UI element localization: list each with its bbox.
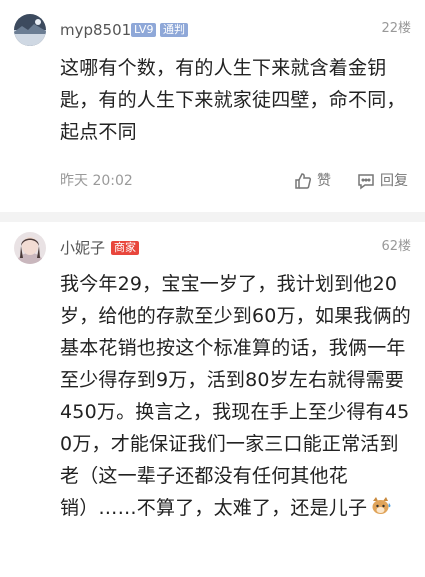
- reply-label: 回复: [380, 173, 408, 189]
- avatar[interactable]: [14, 14, 46, 46]
- cat-sweat-emoji-icon: [370, 495, 392, 527]
- comment-text: 这哪有个数，有的人生下来就含着金钥匙，有的人生下来就家徒四壁，命不同，起点不同: [60, 57, 406, 143]
- floor-number: 22楼: [381, 21, 411, 36]
- level-badge: LV9: [131, 23, 157, 37]
- comment-text-body: 我今年29，宝宝一岁了，我计划到他20岁，给他的存款至少到60万，如果我俩的基本…: [60, 273, 411, 519]
- floor-number: 62楼: [381, 239, 411, 254]
- comment-icon: [356, 171, 376, 191]
- username[interactable]: myp8501: [60, 20, 131, 40]
- comment-22: myp8501 LV9 通判 22楼 这哪有个数，有的人生下来就含着金钥匙，有的…: [0, 0, 425, 212]
- reply-button[interactable]: 回复: [356, 171, 408, 191]
- comment-text: 我今年29，宝宝一岁了，我计划到他20岁，给他的存款至少到60万，如果我俩的基本…: [60, 268, 412, 527]
- comment-62: 小妮子 商家 62楼 我今年29，宝宝一岁了，我计划到他20岁，给他的存款至少到…: [0, 222, 425, 577]
- avatar[interactable]: [14, 232, 46, 264]
- username[interactable]: 小妮子: [60, 238, 105, 258]
- like-label: 赞: [317, 173, 331, 189]
- merchant-badge: 商家: [111, 241, 139, 255]
- timestamp: 昨天 20:02: [60, 173, 133, 189]
- thumbs-up-icon: [293, 171, 313, 191]
- like-button[interactable]: 赞: [293, 171, 331, 191]
- divider: [0, 212, 425, 222]
- role-badge: 通判: [160, 23, 188, 37]
